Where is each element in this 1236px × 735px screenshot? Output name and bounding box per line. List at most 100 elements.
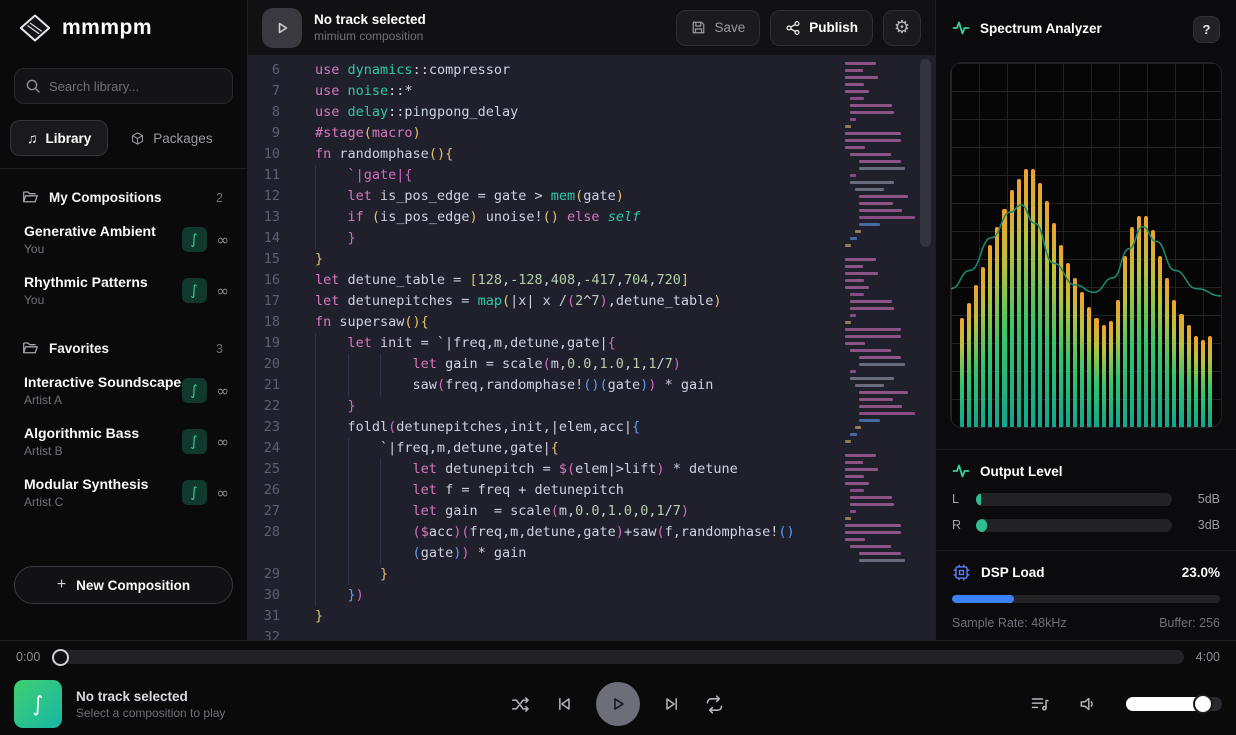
code-line[interactable]: 11 `|gate|{ (248, 165, 935, 186)
tab-library-label: Library (46, 131, 92, 146)
composition-item[interactable]: Rhythmic PatternsYou∫∞ (0, 265, 247, 316)
code-line[interactable]: 26 let f = freq + detunepitch (248, 480, 935, 501)
code-line[interactable]: 30 }) (248, 585, 935, 606)
volume-button[interactable] (1078, 694, 1098, 714)
search-input[interactable] (14, 68, 233, 104)
line-number (248, 543, 296, 564)
app-title: mmmpm (62, 16, 152, 40)
play-icon (609, 695, 627, 713)
line-number: 32 (248, 627, 296, 640)
meter-right-fill (976, 519, 987, 532)
code-text: }) (315, 585, 364, 606)
help-button[interactable]: ? (1193, 16, 1220, 43)
code-line[interactable]: 21 saw(freq,randomphase!()(gate)) * gain (248, 375, 935, 396)
code-line[interactable]: 13 if (is_pos_edge) unoise!() else self (248, 207, 935, 228)
line-number: 17 (248, 291, 296, 312)
volume-icon (1078, 694, 1098, 714)
new-composition-button[interactable]: + New Composition (14, 566, 233, 604)
infinity-icon: ∞ (217, 231, 230, 249)
editor-scrollbar[interactable] (919, 56, 932, 640)
code-line[interactable]: 16let detune_table = [128,-128,408,-417,… (248, 270, 935, 291)
code-line[interactable]: 14 } (248, 228, 935, 249)
code-line[interactable]: 23 foldl(detunepitches,init,|elem,acc|{ (248, 417, 935, 438)
composition-item[interactable]: Modular SynthesisArtist C∫∞ (0, 467, 247, 518)
queue-button[interactable] (1030, 694, 1050, 714)
minimap-line (850, 300, 892, 303)
volume-slider[interactable] (1126, 697, 1222, 711)
code-line[interactable]: 29 } (248, 564, 935, 585)
dsp-load-header: DSP Load 23.0% (952, 563, 1220, 582)
dsp-load-title: DSP Load (981, 565, 1172, 580)
minimap-line (859, 412, 915, 415)
indent-guide (348, 375, 349, 396)
code-line[interactable]: 17let detunepitches = map(|x| x /(2^7),d… (248, 291, 935, 312)
code-line[interactable]: 22 } (248, 396, 935, 417)
header-play-button[interactable] (262, 8, 302, 48)
now-playing: ∫ No track selected Select a composition… (14, 680, 511, 728)
header-subtitle: mimium composition (314, 29, 666, 43)
code-line[interactable]: 28 ($acc)(freq,m,detune,gate)+saw(f,rand… (248, 522, 935, 543)
indent-guide (380, 375, 381, 396)
code-editor[interactable]: 6use dynamics::compressor7use noise::*8u… (248, 56, 935, 640)
repeat-button[interactable] (704, 694, 725, 715)
previous-button[interactable] (554, 694, 574, 714)
settings-button[interactable]: ⚙ (883, 10, 921, 46)
code-line[interactable]: 24 `|freq,m,detune,gate|{ (248, 438, 935, 459)
player-bar: 0:00 4:00 ∫ No track selected Select a c… (0, 640, 1236, 735)
code-minimap[interactable] (845, 62, 909, 566)
code-line[interactable]: 18fn supersaw(){ (248, 312, 935, 333)
next-button[interactable] (662, 694, 682, 714)
minimap-line (845, 482, 869, 485)
app-window: mmmpm ♫ Library Packages My Compositi (0, 0, 1236, 735)
music-note-icon: ♫ (27, 130, 38, 146)
indent-guide (315, 522, 316, 543)
minimap-line (850, 510, 856, 513)
composition-item-text: Modular SynthesisArtist C (24, 476, 182, 509)
indent-guide (315, 480, 316, 501)
shuffle-button[interactable] (511, 694, 532, 715)
code-text: let is_pos_edge = gate > mem(gate) (315, 186, 624, 207)
seek-knob[interactable] (52, 649, 69, 666)
dsp-load-value: 23.0% (1182, 565, 1220, 580)
line-number: 8 (248, 102, 296, 123)
code-line[interactable]: 25 let detunepitch = $(elem|>lift) * det… (248, 459, 935, 480)
indent-guide (348, 564, 349, 585)
code-line[interactable]: 12 let is_pos_edge = gate > mem(gate) (248, 186, 935, 207)
indent-guide (315, 396, 316, 417)
composition-item[interactable]: Interactive SoundscapeArtist A∫∞ (0, 365, 247, 416)
save-button[interactable]: Save (676, 10, 760, 46)
code-line[interactable]: 8use delay::pingpong_delay (248, 102, 935, 123)
minimap-line (845, 468, 878, 471)
seek-bar[interactable] (52, 649, 1183, 666)
code-text: ($acc)(freq,m,detune,gate)+saw(f,randomp… (315, 522, 795, 543)
volume-knob[interactable] (1193, 694, 1213, 714)
seek-track[interactable] (52, 650, 1183, 664)
code-line[interactable]: (gate)) * gain (248, 543, 935, 564)
code-text: let f = freq + detunepitch (315, 480, 624, 501)
tab-packages[interactable]: Packages (114, 120, 228, 156)
composition-item[interactable]: Algorithmic BassArtist B∫∞ (0, 416, 247, 467)
code-line[interactable]: 10fn randomphase(){ (248, 144, 935, 165)
code-line[interactable]: 7use noise::* (248, 81, 935, 102)
minimap-line (845, 69, 863, 72)
code-line[interactable]: 15} (248, 249, 935, 270)
editor-scrollbar-thumb[interactable] (920, 59, 931, 247)
code-line[interactable]: 6use dynamics::compressor (248, 60, 935, 81)
code-line[interactable]: 27 let gain = scale(m,0.0,1.0,0,1/7) (248, 501, 935, 522)
publish-button[interactable]: Publish (770, 10, 873, 46)
indent-guide (315, 375, 316, 396)
code-line[interactable]: 9#stage(macro) (248, 123, 935, 144)
composition-item[interactable]: Generative AmbientYou∫∞ (0, 214, 247, 265)
tab-library[interactable]: ♫ Library (10, 120, 108, 156)
new-composition-label: New Composition (76, 578, 190, 593)
play-button[interactable] (596, 682, 640, 726)
code-line[interactable]: 31} (248, 606, 935, 627)
minimap-line (850, 174, 856, 177)
code-line[interactable]: 19 let init = `|freq,m,detune,gate|{ (248, 333, 935, 354)
line-number: 15 (248, 249, 296, 270)
section-header: Favorites3 (0, 330, 247, 365)
code-line[interactable]: 32 (248, 627, 935, 640)
indent-guide (380, 354, 381, 375)
code-line[interactable]: 20 let gain = scale(m,0.0,1.0,1,1/7) (248, 354, 935, 375)
minimap-line (845, 132, 901, 135)
